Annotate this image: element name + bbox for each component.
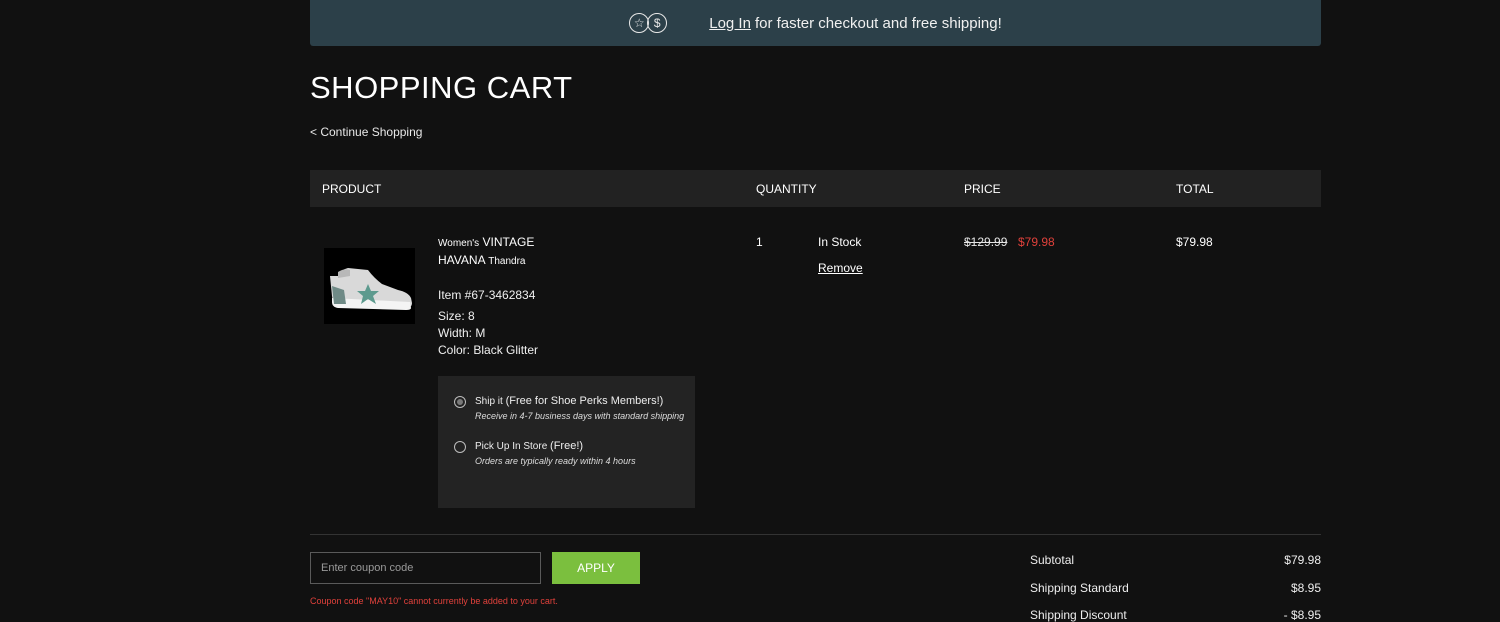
sneaker-icon <box>330 268 412 310</box>
item-width: Width: M <box>438 326 486 340</box>
ship-option-label: Ship it (Free for Shoe Perks Members!) <box>475 395 664 407</box>
pickup-radio[interactable] <box>454 441 466 453</box>
banner-text: for faster checkout and free shipping! <box>754 14 1002 32</box>
login-banner: ☆ $ Log In for faster checkout and free s… <box>310 0 1321 46</box>
perks-icons: ☆ $ <box>629 13 668 33</box>
item-number: Item #67-3462834 <box>438 288 536 302</box>
header-quantity: QUANTITY <box>756 182 817 196</box>
ship-radio[interactable] <box>454 396 466 408</box>
login-link[interactable]: Log In <box>709 15 751 32</box>
star-icon: ☆ <box>629 13 650 33</box>
header-total: TOTAL <box>1176 182 1214 196</box>
apply-coupon-button[interactable]: APPLY <box>552 552 640 584</box>
remove-link[interactable]: Remove <box>818 261 863 275</box>
cart-table-header: PRODUCT QUANTITY PRICE TOTAL <box>310 170 1321 207</box>
line-total: $79.98 <box>1176 235 1213 249</box>
coupon-error-message: Coupon code "MAY10" cannot currently be … <box>310 596 558 606</box>
page-title: SHOPPING CART <box>310 70 573 105</box>
stock-status: In Stock <box>818 235 862 249</box>
coupon-input[interactable] <box>310 552 541 584</box>
subtotal-value: $79.98 <box>1284 553 1321 567</box>
product-name[interactable]: Women's VINTAGE HAVANA Thandra <box>438 234 578 270</box>
header-product: PRODUCT <box>322 182 382 196</box>
shipping-discount-value: - $8.95 <box>1283 608 1321 622</box>
shipping-value: $8.95 <box>1290 581 1321 595</box>
dollar-icon: $ <box>647 13 668 33</box>
header-price: PRICE <box>964 182 1001 196</box>
shipping-label: Shipping Standard <box>1030 581 1129 595</box>
banner-message: Log In for faster checkout and free shipp… <box>709 15 1002 32</box>
ship-option-subtext: Receive in 4-7 business days with standa… <box>475 411 685 421</box>
fulfillment-options: Ship it (Free for Shoe Perks Members!) R… <box>438 376 695 508</box>
pickup-option-subtext: Orders are typically ready within 4 hour… <box>475 456 636 466</box>
sale-price: $79.98 <box>1018 235 1055 249</box>
item-quantity[interactable]: 1 <box>756 235 763 249</box>
original-price: $129.99 <box>964 235 1008 249</box>
product-image[interactable] <box>324 248 415 324</box>
subtotal-label: Subtotal <box>1030 553 1075 567</box>
shipping-discount-label: Shipping Discount <box>1030 608 1127 622</box>
divider <box>310 534 1321 535</box>
continue-shopping-link[interactable]: < Continue Shopping <box>310 125 422 139</box>
pickup-option-label: Pick Up In Store (Free!) <box>475 440 584 452</box>
item-size: Size: 8 <box>438 309 475 323</box>
item-color: Color: Black Glitter <box>438 343 539 357</box>
